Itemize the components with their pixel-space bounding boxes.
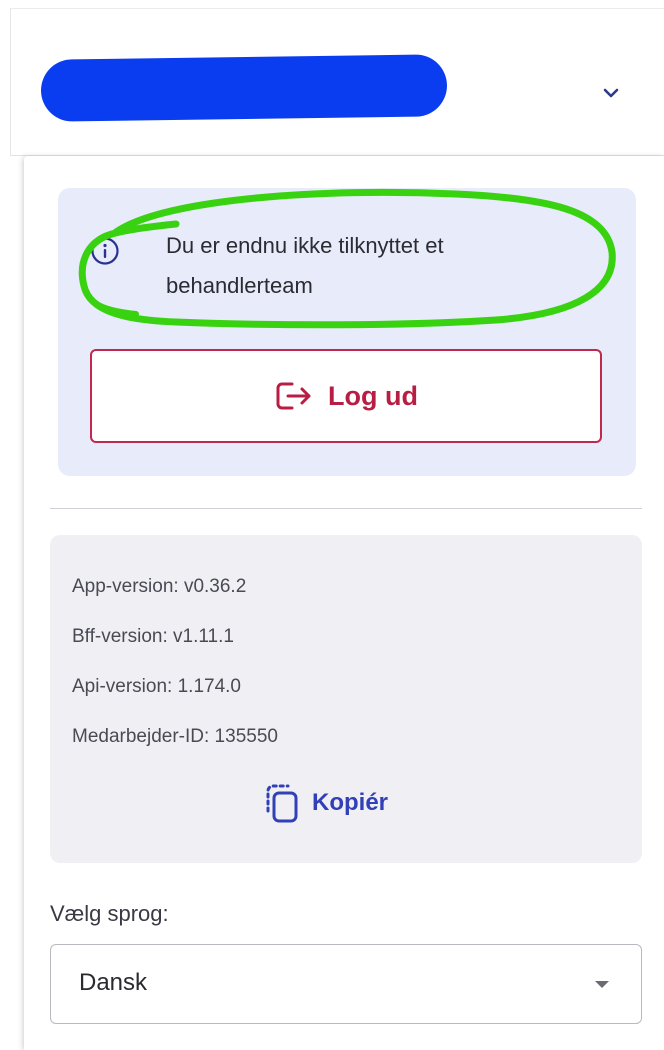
user-menu-header[interactable] [10, 8, 664, 156]
logout-arrow-icon [276, 382, 311, 410]
notice-text: Du er endnu ikke tilknyttet et behandler… [166, 233, 444, 298]
redacted-user-name [40, 54, 448, 122]
page: Du er endnu ikke tilknyttet et behandler… [0, 0, 664, 1050]
logout-button[interactable]: Log ud [90, 349, 602, 443]
copy-icon [266, 784, 298, 823]
bff-version-text: Bff-version: v1.11.1 [72, 626, 234, 647]
app-version-text: App-version: v0.36.2 [72, 576, 247, 597]
info-circle-icon [91, 237, 119, 265]
logout-label: Log ud [328, 380, 418, 411]
language-selected-value: Dansk [79, 969, 148, 996]
language-select[interactable]: Dansk [50, 944, 642, 1024]
api-version-text: Api-version: 1.174.0 [72, 676, 241, 697]
chevron-down-icon[interactable] [599, 81, 623, 105]
divider [50, 508, 642, 509]
language-label: Vælg sprog: [50, 901, 169, 926]
user-menu-panel: Du er endnu ikke tilknyttet et behandler… [24, 156, 664, 1050]
employee-id-text: Medarbejder-ID: 135550 [72, 726, 278, 747]
copy-button[interactable]: Kopiér [264, 778, 388, 828]
caret-down-icon [595, 981, 609, 988]
copy-label: Kopiér [312, 789, 389, 816]
